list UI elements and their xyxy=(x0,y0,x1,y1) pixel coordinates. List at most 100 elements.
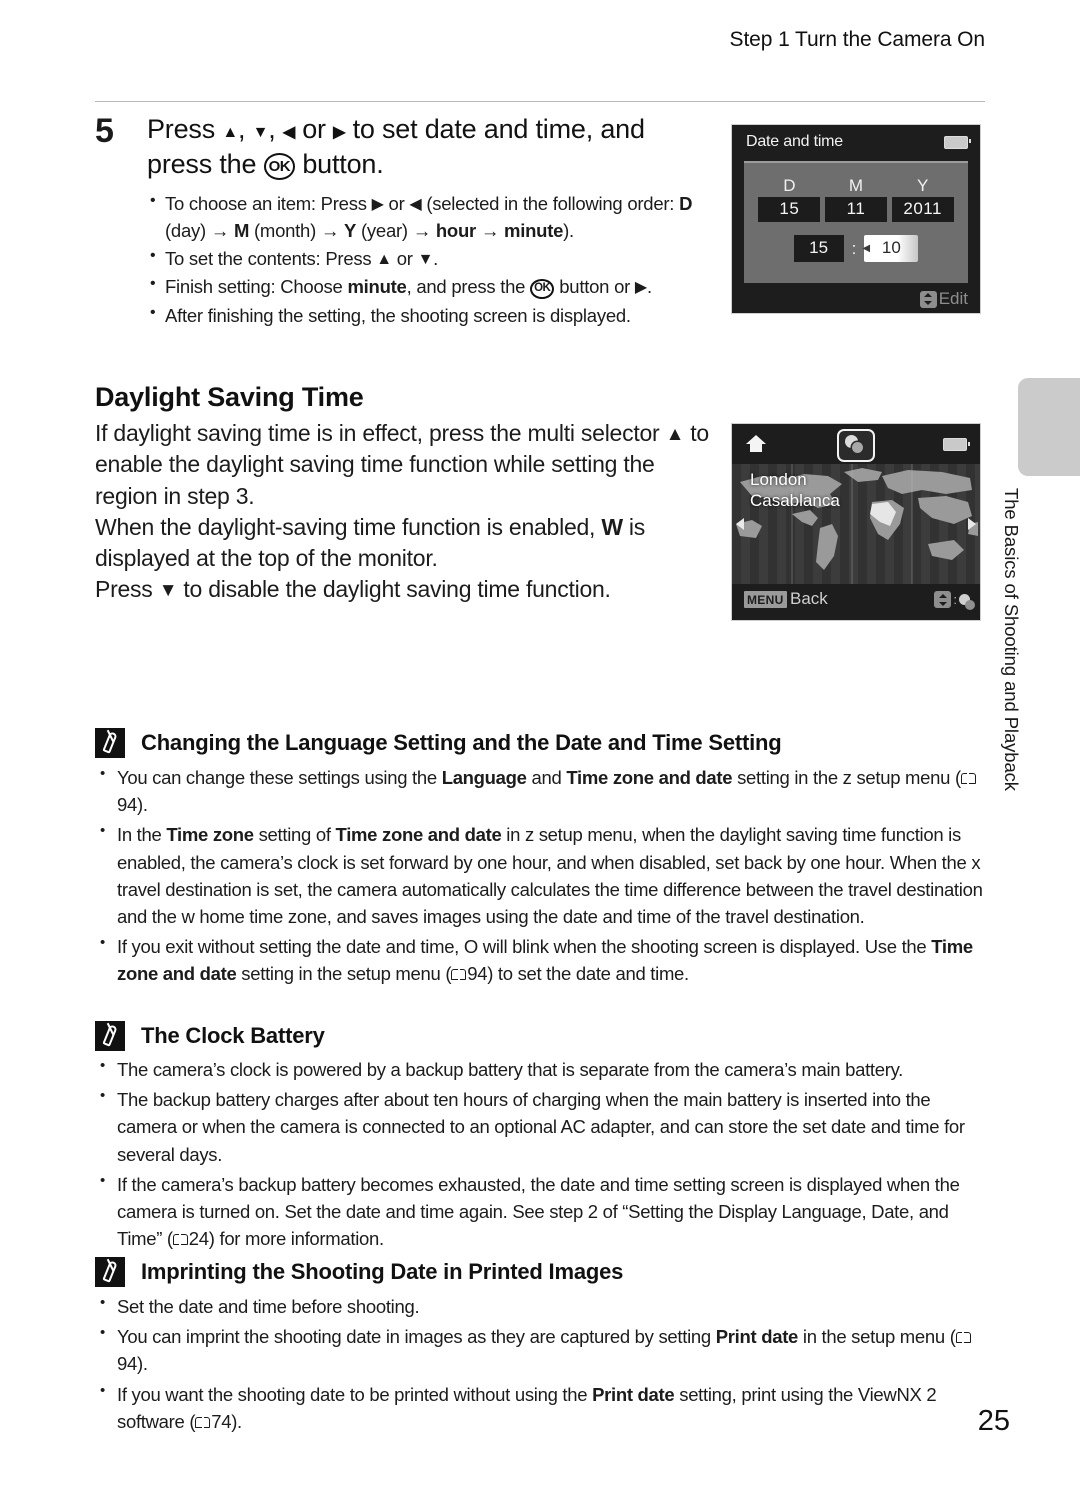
emphasis-text: hour xyxy=(435,219,476,241)
note-heading-clock-battery: The Clock Battery xyxy=(95,1021,325,1051)
triangle-right-icon xyxy=(635,277,647,300)
note-list-language: You can change these settings using the … xyxy=(95,763,985,991)
pencil-note-icon xyxy=(95,1257,125,1287)
step-title-text6: button. xyxy=(295,148,384,179)
home-icon xyxy=(746,435,766,452)
map-arrow-left-icon[interactable] xyxy=(736,518,744,530)
map-footer: MENU Back : xyxy=(732,584,980,620)
footer-separator: : xyxy=(953,592,957,607)
body-text: and xyxy=(526,767,567,788)
map-footer-right: : xyxy=(934,591,975,610)
sun-clock-glyph xyxy=(845,435,863,453)
day-value: 15 xyxy=(758,197,821,222)
ok-button-icon: OK xyxy=(263,152,296,180)
lcd-titlebar: Date and time xyxy=(746,133,971,151)
body-text: After finishing the setting, the shootin… xyxy=(165,304,631,326)
emphasis-text: D xyxy=(679,193,693,215)
selection-cursor-icon xyxy=(862,243,870,254)
note-bullet: Set the date and time before shooting. xyxy=(95,1292,985,1320)
year-field[interactable]: Y 2011 xyxy=(891,176,954,222)
arrow-right-icon xyxy=(481,220,499,241)
day-label: D xyxy=(783,176,796,195)
note-title-imprint-date: Imprinting the Shooting Date in Printed … xyxy=(141,1259,624,1284)
time-fields-row: 15 : 10 xyxy=(744,235,968,262)
book-reference-icon xyxy=(955,1332,971,1344)
step-block: 5 Press , , or to set date and time, and… xyxy=(95,112,715,331)
month-label: M xyxy=(848,176,864,195)
body-text: The backup battery charges after about t… xyxy=(117,1089,965,1165)
step-bullet: To set the contents: Press or . xyxy=(147,245,715,272)
triangle-down-icon xyxy=(418,249,434,272)
body-text: Set the date and time before shooting. xyxy=(117,1296,420,1317)
body-text: ). xyxy=(563,219,574,241)
day-field[interactable]: D 15 xyxy=(758,176,821,222)
ok-button-icon: OK xyxy=(530,278,555,300)
emphasis-text: Print date xyxy=(592,1383,675,1405)
hour-value[interactable]: 15 xyxy=(793,235,844,262)
daylight-saving-body: If daylight saving time is in effect, pr… xyxy=(95,418,720,606)
triangle-left-icon xyxy=(409,194,421,217)
body-text: . xyxy=(433,248,439,269)
emphasis-text: minute xyxy=(347,276,407,298)
step-title-text3: , xyxy=(268,114,283,144)
header-rule xyxy=(95,101,985,102)
note-list-imprint-date: Set the date and time before shooting. Yo… xyxy=(95,1292,985,1438)
note-heading-imprint-date: Imprinting the Shooting Date in Printed … xyxy=(95,1257,623,1287)
emphasis-text: Time zone and date xyxy=(335,824,502,846)
city-line-1: London xyxy=(750,470,807,489)
map-arrow-right-icon[interactable] xyxy=(968,518,976,530)
year-label: Y xyxy=(916,176,929,195)
body-text: to disable the daylight saving time func… xyxy=(177,576,611,603)
manual-page: Step 1 Turn the Camera On 5 Press , , or… xyxy=(0,0,1080,1486)
step-title-text2: , xyxy=(237,114,253,144)
minute-field[interactable]: 10 xyxy=(862,235,919,262)
triangle-down-icon xyxy=(253,123,269,143)
menu-button-chip[interactable]: MENU xyxy=(744,591,787,608)
emphasis-text: minute xyxy=(504,219,564,241)
body-text: or xyxy=(391,248,418,269)
note-bullet: The camera’s clock is powered by a backu… xyxy=(95,1055,985,1083)
lcd-title: Date and time xyxy=(746,133,844,150)
pencil-note-icon xyxy=(95,1021,125,1051)
battery-icon xyxy=(944,135,971,149)
triangle-up-icon xyxy=(666,422,685,448)
body-text: If you exit without setting the date and… xyxy=(117,936,932,958)
body-text: 24) for more information. xyxy=(188,1228,384,1250)
body-text: button or xyxy=(554,276,635,298)
body-text: You can change these settings using the xyxy=(117,767,442,788)
note-bullet: If the camera’s backup battery becomes e… xyxy=(95,1170,985,1253)
body-text: 94) to set the date and time. xyxy=(467,963,689,985)
step-number: 5 xyxy=(95,112,114,150)
triangle-right-icon xyxy=(333,123,345,143)
month-field[interactable]: M 11 xyxy=(824,176,887,222)
daylight-saving-paragraph: Press to disable the daylight saving tim… xyxy=(95,574,720,605)
step-title-text1: Press xyxy=(147,114,223,144)
world-map-area: London Casablanca xyxy=(732,464,980,584)
camera-screen-time-zone-map: London Casablanca MENU Back : xyxy=(731,423,981,621)
back-label: Back xyxy=(790,589,828,608)
body-text: . xyxy=(646,276,652,298)
triangle-left-icon xyxy=(283,123,295,143)
body-text: 94). xyxy=(117,794,148,816)
emphasis-text: Print date xyxy=(715,1326,799,1348)
body-text: (month) xyxy=(249,219,321,241)
chapter-thumb-tab xyxy=(1018,378,1080,476)
body-text: (year) xyxy=(356,219,413,241)
body-text: Press xyxy=(95,576,159,603)
body-text: Finish setting: Choose xyxy=(165,276,348,298)
body-text: setting of xyxy=(253,824,336,846)
triangle-right-icon xyxy=(372,194,384,217)
city-line-2: Casablanca xyxy=(750,491,840,511)
triangle-up-icon xyxy=(376,249,392,272)
note-title-language: Changing the Language Setting and the Da… xyxy=(141,730,782,755)
note-bullet: You can imprint the shooting date in ima… xyxy=(95,1322,985,1377)
step-title-text4: or xyxy=(294,114,334,144)
body-text: To set the contents: Press xyxy=(165,248,377,269)
note-bullet: The backup battery charges after about t… xyxy=(95,1085,985,1168)
time-separator: : xyxy=(851,238,857,258)
body-text: If daylight saving time is in effect, pr… xyxy=(95,420,666,446)
daylight-saving-heading: Daylight Saving Time xyxy=(95,382,364,412)
daylight-saving-icon[interactable] xyxy=(837,429,875,462)
body-text: If you want the shooting date to be prin… xyxy=(117,1383,593,1405)
note-bullet: You can change these settings using the … xyxy=(95,763,985,818)
